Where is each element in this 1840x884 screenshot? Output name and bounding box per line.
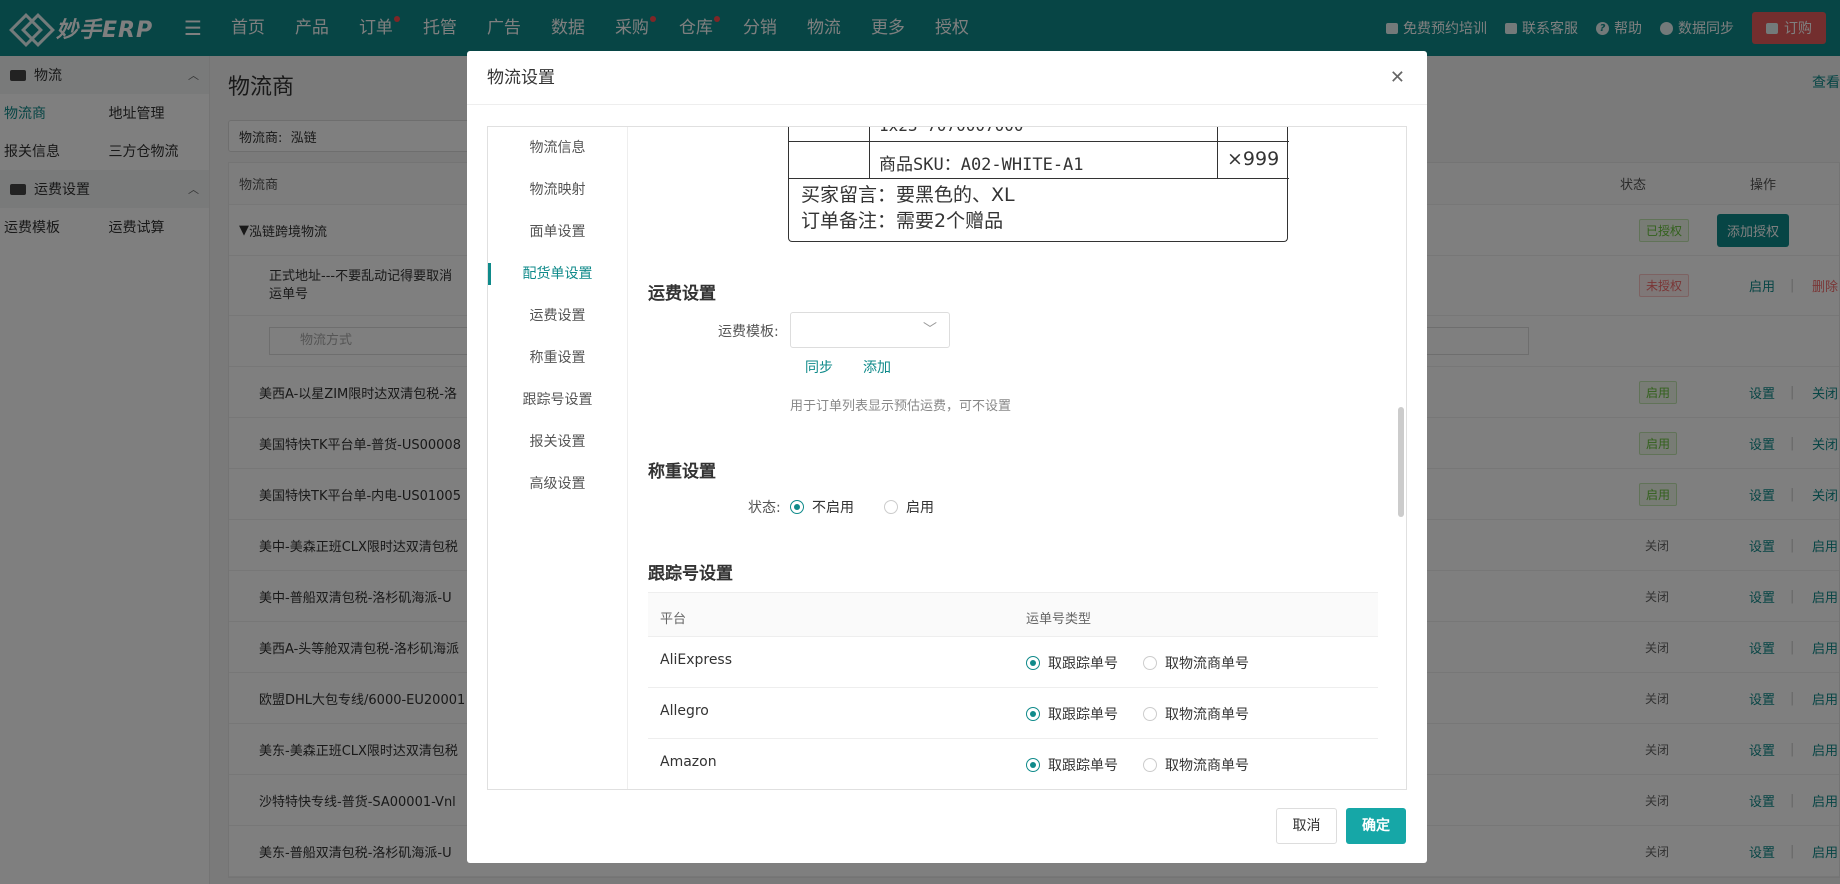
- freight-section-title: 运费设置: [648, 284, 716, 304]
- weigh-section-title: 称重设置: [648, 462, 716, 482]
- freight-template-select[interactable]: ﹀: [790, 312, 950, 348]
- tab-logistics-info[interactable]: 物流信息: [488, 127, 627, 169]
- modal-title: 物流设置: [487, 68, 555, 88]
- tab-mapping[interactable]: 物流映射: [488, 169, 627, 211]
- scrollbar[interactable]: [1398, 407, 1404, 517]
- tab-customs[interactable]: 报关设置: [488, 421, 627, 463]
- table-row: AliExpress 取跟踪单号 取物流商单号: [648, 637, 1378, 688]
- tab-weighing[interactable]: 称重设置: [488, 337, 627, 379]
- modal-content: 1x23-7070007000 商品SKU：A02-WHITE-A1 ×999 …: [648, 127, 1378, 789]
- weigh-enabled-radio[interactable]: 启用: [884, 497, 934, 517]
- table-row: Allegro 取跟踪单号 取物流商单号: [648, 688, 1378, 739]
- table-row: Amazon 取跟踪单号 取物流商单号: [648, 739, 1378, 789]
- modal-body: 物流信息 物流映射 面单设置 配货单设置 运费设置 称重设置 跟踪号设置 报关设…: [487, 126, 1407, 790]
- weigh-disabled-radio[interactable]: 不启用: [790, 497, 854, 517]
- tracking-table: 平台 运单号类型 AliExpress 取跟踪单号 取物流商单号 Allegro 取跟踪…: [648, 592, 1378, 789]
- tab-label[interactable]: 面单设置: [488, 211, 627, 253]
- cancel-button[interactable]: 取消: [1276, 808, 1337, 844]
- add-button[interactable]: 添加: [863, 357, 891, 377]
- chevron-down-icon: ﹀: [923, 322, 937, 338]
- packing-slip-preview: 1x23-7070007000 商品SKU：A02-WHITE-A1 ×999 …: [788, 127, 1289, 242]
- tracking-section-title: 跟踪号设置: [648, 564, 733, 584]
- tab-tracking[interactable]: 跟踪号设置: [488, 379, 627, 421]
- tab-advanced[interactable]: 高级设置: [488, 463, 627, 505]
- confirm-button[interactable]: 确定: [1346, 808, 1406, 844]
- tab-packing-slip[interactable]: 配货单设置: [488, 253, 627, 295]
- modal-nav: 物流信息 物流映射 面单设置 配货单设置 运费设置 称重设置 跟踪号设置 报关设…: [488, 127, 628, 789]
- close-icon[interactable]: ✕: [1390, 51, 1405, 105]
- logistics-settings-modal: 物流设置 ✕ 物流信息 物流映射 面单设置 配货单设置 运费设置 称重设置 跟踪号…: [467, 51, 1427, 863]
- sync-button[interactable]: 同步: [805, 357, 833, 377]
- tab-freight[interactable]: 运费设置: [488, 295, 627, 337]
